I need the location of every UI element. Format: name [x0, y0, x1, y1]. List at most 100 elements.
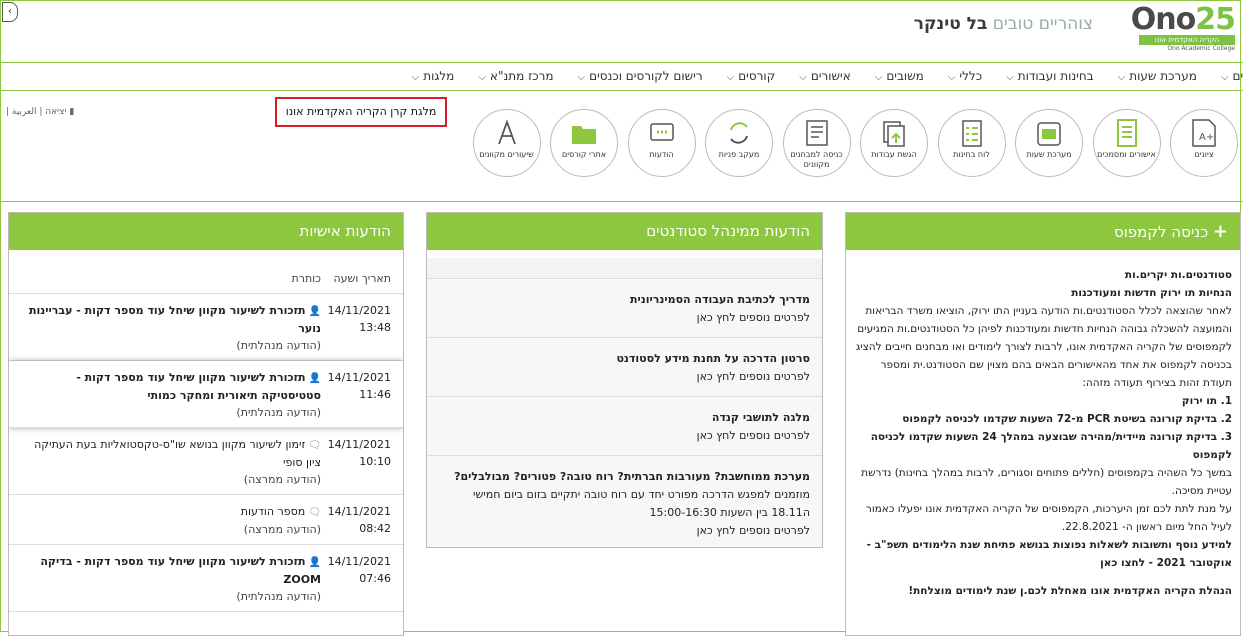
tool-label: מערכת שעות [1026, 150, 1072, 159]
nav-item-label: בחינות ועבודות [1017, 69, 1094, 83]
row-content: 👤תזכורת לשיעור מקוון שיחל עוד מספר דקות … [21, 302, 321, 354]
nav-item[interactable]: מלגות⌵ [412, 69, 455, 83]
campus-line: על מנת לתת לכם זמן היערכות, הקמפוסים של … [865, 503, 1232, 533]
user-name: בל טינקר [913, 14, 988, 34]
chevron-down-icon: ⌵ [411, 72, 420, 83]
row-date: 14/11/2021 07:46 [327, 555, 391, 585]
campus-entry-panel: + כניסה לקמפוס סטודנטים.ות יקרים.ות הנחי… [845, 212, 1241, 636]
nav-item-label: מרכז מתנ"א [489, 69, 554, 83]
tool-label: מעקב פניות [718, 150, 760, 159]
campus-line: סטודנטים.ות יקרים.ות [1124, 269, 1232, 281]
campus-line: הנהלת הקריה האקדמית אונו מאחלת לכם.ן שנת… [908, 585, 1232, 597]
tool-tile[interactable]: כניסה למבחנים מקוונים [782, 109, 851, 177]
nav-item-label: רישום לקורסים וכנסים [589, 69, 703, 83]
row-tag: (הודעה מנהלתית) [236, 339, 321, 352]
admin-message[interactable]: מדריך לכתיבת העבודה הסמינריונית לפרטים נו… [427, 279, 822, 338]
chevron-down-icon: ⌵ [947, 72, 956, 83]
row-title: מספר הודעות [240, 505, 306, 518]
nav-item[interactable]: ציונים⌵ [1221, 69, 1243, 83]
row-content: 🗨זימון לשיעור מקוון בנושא שו"ס-טקסטואליו… [21, 436, 321, 488]
nav-item[interactable]: מרכז מתנ"א⌵ [478, 69, 553, 83]
campus-line: הנחיות תו ירוק חדשות ומעודכנות [1071, 287, 1232, 299]
copy-icon: ▮ [69, 107, 75, 117]
admin-message[interactable]: מערכת ממוחשבת? מעורבות חברתית? רוח טובה?… [427, 456, 822, 547]
submit-work-icon [880, 118, 908, 148]
table-row[interactable]: 14/11/2021 07:46 👤תזכורת לשיעור מקוון שיחל… [9, 545, 403, 612]
greeting-text: צוהריים טובים [992, 14, 1093, 34]
chevron-down-icon: ⌵ [874, 72, 883, 83]
admin-items: מדריך לכתיבת העבודה הסמינריונית לפרטים נו… [427, 279, 822, 547]
nav-item[interactable]: רישום לקורסים וכנסים⌵ [578, 69, 703, 83]
more-details-link[interactable]: לפרטים נוספים לחץ כאן [439, 309, 810, 327]
nav-item[interactable]: אישורים⌵ [799, 69, 851, 83]
tool-tile[interactable]: אישורים ומסמכים [1092, 109, 1161, 177]
admin-message-title: מדריך לכתיבת העבודה הסמינריונית [630, 293, 810, 306]
nav-item[interactable]: כללי⌵ [948, 69, 982, 83]
language-links-text: יציאה | العربية | [6, 107, 67, 117]
tool-label: אישורים ומסמכים [1097, 150, 1156, 159]
tool-tile[interactable]: הודעות [627, 109, 696, 177]
greeting: צוהריים טובים בל טינקר [914, 14, 1093, 34]
requests-tracking-icon [725, 118, 753, 148]
online-lessons-icon [493, 118, 521, 148]
scholarship-popup[interactable]: מלגת קרן הקריה האקדמית אונו [275, 97, 447, 127]
row-date: 14/11/2021 13:48 [327, 304, 391, 334]
nav-item[interactable]: מערכת שעות⌵ [1118, 69, 1197, 83]
admin-message[interactable]: סרטון הדרכה על תחנת מידע לסטודנט לפרטים נ… [427, 338, 822, 397]
timetable-icon [1035, 118, 1063, 148]
table-row[interactable]: 14/11/2021 10:10 🗨זימון לשיעור מקוון בנושא… [9, 428, 403, 495]
more-details-link[interactable]: לפרטים נוספים לחץ כאן [439, 522, 810, 540]
more-details-link[interactable]: לפרטים נוספים לחץ כאן [439, 427, 810, 445]
user-icon: 👤 [308, 306, 321, 317]
row-content: 👤תזכורת לשיעור מקוון שיחל עוד מספר דקות … [21, 553, 321, 605]
campus-item: 2. בדיקת קורונה בשיטת PCR מ-72 השעות שקד… [902, 413, 1232, 425]
table-header: תאריך ושעה כותרת [9, 258, 403, 294]
admin-message-title: מערכת ממוחשבת? מעורבות חברתית? רוח טובה?… [454, 470, 810, 483]
student-admin-panel: הודעות ממינהל סטודנטים מדריך לכתיבת העבו… [426, 212, 823, 548]
tool-tile[interactable]: הגשת עבודות [860, 109, 928, 177]
personal-messages-panel: הודעות אישיות תאריך ושעה כותרת 14/11/202… [8, 212, 404, 636]
ono-logo[interactable]: Ono25 הקריה האקדמית אונו Ono Academic Co… [1103, 2, 1236, 52]
admin-message-title: מלגה לתושבי קנדה [711, 411, 810, 424]
tool-tile[interactable]: אתרי קורסים [550, 109, 618, 177]
tool-tile[interactable]: מעקב פניות [705, 109, 773, 177]
admin-message[interactable]: מלגה לתושבי קנדה לפרטים נוספים לחץ כאן [427, 397, 822, 456]
table-row[interactable]: 14/11/2021 13:48 👤תזכורת לשיעור מקוון שיחל… [9, 294, 403, 361]
panel-title: הודעות ממינהל סטודנטים [427, 213, 822, 250]
tool-tile[interactable]: לוח בחינות [937, 109, 1006, 177]
arrow-icon[interactable]: ‹ [2, 2, 18, 22]
table-row[interactable]: 14/11/2021 08:42 🗨מספר הודעות (הודעה ממרצה) [9, 495, 403, 545]
grades-icon: A+ [1190, 118, 1218, 148]
language-links[interactable]: ▮ יציאה | العربية | [6, 107, 74, 117]
tool-tile[interactable]: שיעורים מקוונים [472, 109, 541, 177]
tool-label: שיעורים מקוונים [479, 150, 534, 159]
campus-item: 3. בדיקת קורונה מיידית/מהירה שבוצעה במהל… [870, 431, 1232, 461]
tool-label: אתרי קורסים [561, 150, 607, 159]
nav-item-label: מלגות [423, 69, 455, 83]
row-title: תזכורת לשיעור מקוון שיחל עוד מספר דקות -… [76, 371, 321, 402]
campus-link[interactable]: למידע נוסף ותשובות לשאלות נפוצות בנושא פ… [854, 536, 1232, 572]
tool-tile[interactable]: A+ ציונים [1170, 109, 1238, 177]
nav-item[interactable]: משובים⌵ [875, 69, 924, 83]
more-details-link[interactable]: לפרטים נוספים לחץ כאן [439, 368, 810, 386]
row-content: 👤תזכורת לשיעור מקוון שיחל עוד מספר דקות … [21, 369, 321, 421]
tool-tile[interactable]: מערכת שעות [1015, 109, 1083, 177]
folder-icon [570, 118, 598, 148]
quick-tools: ▮ יציאה | العربية | A+ ציונים אישורים ומסמ… [0, 91, 1243, 202]
nav-item[interactable]: בחינות ועבודות⌵ [1006, 69, 1094, 83]
main-nav: ציונים⌵מערכת שעות⌵בחינות ועבודות⌵כללי⌵מש… [0, 62, 1243, 91]
table-row[interactable]: 14/11/2021 11:46 👤תזכורת לשיעור מקוון שיחל… [9, 361, 403, 428]
nav-item[interactable]: קורסים⌵ [727, 69, 776, 83]
user-icon: 👤 [308, 557, 321, 568]
campus-line: במשך כל השהיה בקמפוסים (חללים פתוחים וסג… [861, 467, 1232, 497]
tool-label: לוח בחינות [953, 150, 990, 159]
row-date: 14/11/2021 10:10 [327, 438, 391, 468]
user-icon: 👤 [308, 373, 321, 384]
nav-item-label: אישורים [810, 69, 851, 83]
tool-label: הודעות [649, 150, 674, 159]
tool-label: ציונים [1194, 150, 1214, 159]
plus-icon: + [1212, 221, 1228, 242]
admin-message-body: מוזמנים למפגש הדרכה מפורט יחד עם רוח טוב… [473, 488, 810, 519]
campus-line: לאחר שהוצאה לכלל הסטודנטים.ות הודעה בעני… [855, 305, 1232, 389]
